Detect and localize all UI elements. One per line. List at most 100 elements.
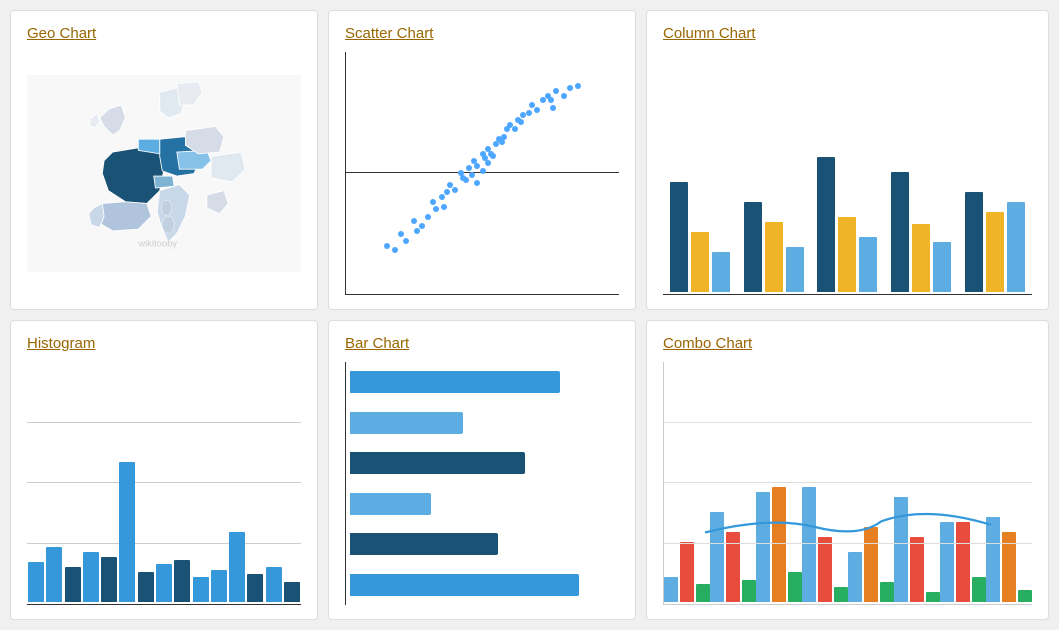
- hist-bar: [211, 570, 227, 602]
- combo-group: [664, 542, 710, 602]
- scatter-chart-title[interactable]: Scatter Chart: [345, 25, 619, 42]
- combo-bar: [926, 592, 940, 602]
- combo-bar: [880, 582, 894, 602]
- geo-map-svg: wikitooby: [27, 52, 301, 295]
- scatter-dot: [499, 139, 505, 145]
- col-bar: [933, 242, 951, 292]
- scatter-dot: [392, 247, 398, 253]
- scatter-dot: [490, 153, 496, 159]
- combo-group: [802, 487, 848, 602]
- hist-bar: [229, 532, 245, 602]
- hist-bar: [284, 582, 300, 602]
- scatter-dot: [575, 83, 581, 89]
- scatter-dot: [444, 189, 450, 195]
- col-bar: [859, 237, 877, 292]
- combo-grid: [664, 482, 1032, 483]
- column-chart-card: Column Chart: [646, 10, 1049, 310]
- scatter-dot: [430, 199, 436, 205]
- combo-group: [940, 522, 986, 602]
- bar: [350, 533, 498, 555]
- col-bar: [744, 202, 762, 292]
- col-group-2: [744, 202, 804, 292]
- column-chart-title[interactable]: Column Chart: [663, 25, 1032, 42]
- scatter-dot: [567, 85, 573, 91]
- combo-bar: [742, 580, 756, 602]
- scatter-container: [345, 52, 619, 295]
- hist-bar: [156, 564, 172, 602]
- scatter-chart-area: [345, 52, 619, 295]
- bar: [350, 452, 525, 474]
- hist-bar: [193, 577, 209, 602]
- combo-chart-title[interactable]: Combo Chart: [663, 335, 1032, 352]
- scatter-dot: [411, 218, 417, 224]
- geo-chart-title[interactable]: Geo Chart: [27, 25, 301, 42]
- scatter-dot: [384, 243, 390, 249]
- combo-bar: [818, 537, 832, 602]
- scatter-dot: [480, 168, 486, 174]
- scatter-dot: [534, 107, 540, 113]
- col-bar: [691, 232, 709, 292]
- combo-bar: [894, 497, 908, 602]
- col-bar: [786, 247, 804, 292]
- bar-row: [350, 452, 619, 474]
- hist-bar: [65, 567, 81, 602]
- bar: [350, 493, 431, 515]
- scatter-dot: [550, 105, 556, 111]
- combo-bar: [680, 542, 694, 602]
- histogram-title[interactable]: Histogram: [27, 335, 301, 352]
- scatter-dot: [474, 180, 480, 186]
- scatter-dot: [439, 194, 445, 200]
- combo-bar: [802, 487, 816, 602]
- scatter-dot: [463, 177, 469, 183]
- histogram-card: Histogram: [10, 320, 318, 620]
- col-bar: [765, 222, 783, 292]
- bar: [350, 412, 463, 434]
- col-group-5: [965, 192, 1025, 292]
- combo-bar: [834, 587, 848, 602]
- combo-grid: [664, 422, 1032, 423]
- combo-bar: [864, 527, 878, 602]
- scatter-dot: [485, 160, 491, 166]
- hist-bar: [83, 552, 99, 602]
- scatter-dot: [561, 93, 567, 99]
- bar-row: [350, 493, 619, 515]
- combo-group: [986, 517, 1032, 602]
- scatter-dot: [553, 88, 559, 94]
- bar-row: [350, 371, 619, 393]
- col-bar: [817, 157, 835, 292]
- geo-chart-card: Geo Chart: [10, 10, 318, 310]
- column-chart-bars: [663, 52, 1032, 295]
- col-group-3: [817, 157, 877, 292]
- scatter-dot: [425, 214, 431, 220]
- scatter-chart-card: Scatter Chart: [328, 10, 636, 310]
- combo-grid: [664, 543, 1032, 544]
- bar-row: [350, 412, 619, 434]
- bar-chart-title[interactable]: Bar Chart: [345, 335, 619, 352]
- svg-text:wikitooby: wikitooby: [137, 237, 177, 248]
- combo-bar: [788, 572, 802, 602]
- col-bar: [912, 224, 930, 292]
- hist-grid: [27, 543, 301, 544]
- combo-bar: [848, 552, 862, 602]
- col-bar: [838, 217, 856, 292]
- hist-bar: [119, 462, 135, 602]
- combo-bar: [772, 487, 786, 602]
- col-bar: [891, 172, 909, 292]
- combo-bar: [986, 517, 1000, 602]
- combo-bar: [1018, 590, 1032, 602]
- scatter-dot: [469, 172, 475, 178]
- combo-group: [894, 497, 940, 602]
- scatter-dot: [414, 228, 420, 234]
- scatter-dot: [398, 231, 404, 237]
- combo-bar: [910, 537, 924, 602]
- col-bar: [965, 192, 983, 292]
- column-chart-area: [663, 52, 1032, 295]
- col-bar: [670, 182, 688, 292]
- scatter-dot: [403, 238, 409, 244]
- col-bar: [986, 212, 1004, 292]
- combo-group: [756, 487, 802, 602]
- scatter-dot: [512, 126, 518, 132]
- scatter-dot: [441, 204, 447, 210]
- geo-chart-area: wikitooby: [27, 52, 301, 295]
- scatter-dot: [433, 206, 439, 212]
